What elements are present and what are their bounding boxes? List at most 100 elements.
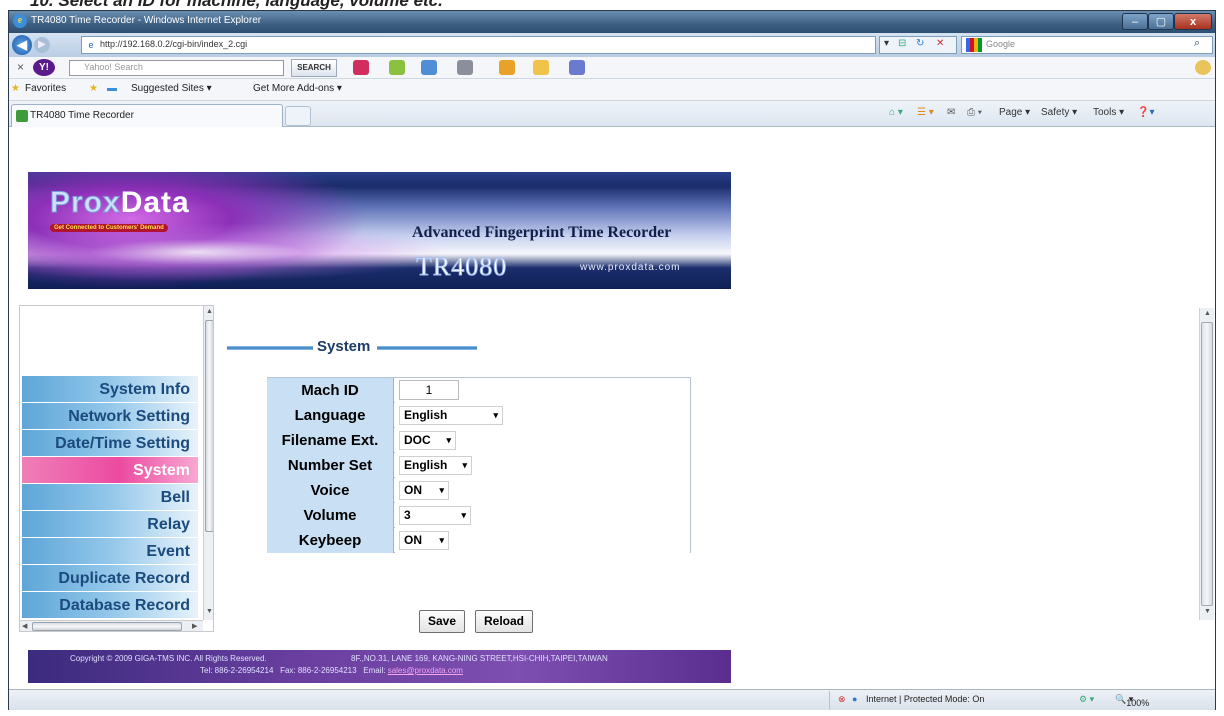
maximize-button[interactable]: ▢ <box>1148 13 1174 30</box>
page-vscroll-thumb[interactable] <box>1201 322 1213 606</box>
scroll-left-icon[interactable]: ◀ <box>22 622 27 630</box>
addons-status-icon[interactable]: ⚙ ▾ <box>1079 694 1094 705</box>
tab-tr4080[interactable]: TR4080 Time Recorder <box>11 104 283 127</box>
title-bar[interactable]: e TR4080 Time Recorder - Windows Interne… <box>9 11 1215 33</box>
yahoo-search-button[interactable]: SEARCH <box>291 59 337 77</box>
sidebar-item-system[interactable]: System <box>22 457 198 484</box>
dropdown-icon[interactable]: ▾ <box>884 38 889 49</box>
voice-cell: ON ▾ <box>395 478 690 503</box>
keybeep-select[interactable]: ON ▾ <box>399 531 449 550</box>
security-zone[interactable]: ⊗ ● Internet | Protected Mode: On <box>829 691 1037 709</box>
page-scroll-down-icon[interactable]: ▼ <box>1204 608 1211 615</box>
number-set-select[interactable]: English ▾ <box>399 456 472 475</box>
page-scroll-up-icon[interactable]: ▲ <box>1204 310 1211 317</box>
filename-ext-label: Filename Ext. <box>267 428 394 453</box>
chevron-down-icon: ▾ <box>462 460 467 470</box>
volume-value: 3 <box>404 508 411 522</box>
language-cell: English ▾ <box>395 403 690 428</box>
save-button[interactable]: Save <box>419 610 465 633</box>
toolbar-weather-icon[interactable] <box>569 60 585 75</box>
footer-copyright: Copyright © 2009 GIGA-TMS INC. All Right… <box>70 654 267 663</box>
volume-cell: 3 ▾ <box>395 503 690 528</box>
page-icon: e <box>88 40 94 50</box>
mail-icon[interactable]: ✉ <box>947 107 955 118</box>
sidebar-item-event[interactable]: Event <box>22 538 198 565</box>
sidebar-item-duplicate-record[interactable]: Duplicate Record <box>22 565 198 592</box>
scroll-right-icon[interactable]: ▶ <box>192 622 197 630</box>
sidebar-item-database-record[interactable]: Database Record <box>22 592 198 619</box>
caption-text: 10. Select an ID for machine, language, … <box>30 0 443 10</box>
row-keybeep: Keybeep ON ▾ <box>267 528 690 553</box>
sidebar-item-system-info[interactable]: System Info <box>22 376 198 403</box>
sidebar-hscroll-thumb[interactable] <box>32 622 182 631</box>
sidebar-vscroll-thumb[interactable] <box>205 320 213 532</box>
reload-button[interactable]: Reload <box>475 610 533 633</box>
heading-line-left <box>227 346 313 350</box>
sidebar-menu: System Info Network Setting Date/Time Se… <box>22 376 198 619</box>
toolbar-games-icon[interactable] <box>499 60 515 75</box>
page-menu[interactable]: Page ▾ <box>999 107 1030 118</box>
feeds-icon[interactable]: ☰ ▾ <box>917 107 934 118</box>
section-title: System <box>317 338 371 355</box>
filename-ext-select[interactable]: DOC ▾ <box>399 431 456 450</box>
protected-mode-icon: ⊗ <box>838 694 846 704</box>
scroll-up-icon[interactable]: ▲ <box>206 308 213 315</box>
sidebar-item-bell[interactable]: Bell <box>22 484 198 511</box>
mach-id-input[interactable]: 1 <box>399 380 459 400</box>
url-input[interactable]: e http://192.168.0.2/cgi-bin/index_2.cgi <box>81 36 876 54</box>
toolbar-bookmark-icon[interactable] <box>353 60 369 75</box>
volume-select[interactable]: 3 ▾ <box>399 506 471 525</box>
suggested-sites-link[interactable]: Suggested Sites ▾ <box>131 83 212 94</box>
mach-id-cell: 1 <box>395 378 690 403</box>
back-button[interactable]: ◀ <box>12 35 32 55</box>
sidebar-horizontal-scrollbar[interactable]: ◀ ▶ <box>20 620 203 631</box>
compatibility-icon[interactable]: ⊟ <box>898 38 906 49</box>
voice-select[interactable]: ON ▾ <box>399 481 449 500</box>
zone-text: Internet | Protected Mode: On <box>866 694 985 704</box>
search-input[interactable]: Google ⌕ <box>961 36 1213 54</box>
sidebar-item-relay[interactable]: Relay <box>22 511 198 538</box>
url-text: http://192.168.0.2/cgi-bin/index_2.cgi <box>100 39 248 49</box>
sidebar-item-datetime-setting[interactable]: Date/Time Setting <box>22 430 198 457</box>
stop-icon[interactable]: ✕ <box>936 38 944 49</box>
toolbar-news-icon[interactable] <box>533 60 549 75</box>
sidebar-item-network-setting[interactable]: Network Setting <box>22 403 198 430</box>
zoom-level: 100% <box>1126 698 1150 708</box>
brand-part2: Data <box>120 186 190 219</box>
zoom-control[interactable]: 🔍 100% ▾ <box>1115 694 1149 708</box>
new-tab-button[interactable] <box>285 106 311 126</box>
yahoo-logo-icon[interactable]: Y! <box>33 59 55 76</box>
forward-button[interactable]: ▶ <box>34 37 50 53</box>
toolbar-settings-icon[interactable] <box>1195 60 1211 75</box>
safety-menu[interactable]: Safety ▾ <box>1041 107 1077 118</box>
scroll-down-icon[interactable]: ▼ <box>206 608 213 615</box>
toolbar-messenger-icon[interactable] <box>457 60 473 75</box>
page-vertical-scrollbar[interactable]: ▲ ▼ <box>1199 308 1214 620</box>
toolbar-mail-icon[interactable] <box>421 60 437 75</box>
toolbar-arrow-icon[interactable] <box>389 60 405 75</box>
favorites-button[interactable]: Favorites <box>25 83 66 94</box>
row-voice: Voice ON ▾ <box>267 478 690 503</box>
yahoo-search-input[interactable]: Yahoo! Search <box>69 60 284 76</box>
footer-email-link[interactable]: sales@proxdata.com <box>388 666 463 675</box>
home-icon[interactable]: ⌂ ▾ <box>889 107 903 118</box>
addons-link[interactable]: Get More Add-ons ▾ <box>253 83 342 94</box>
search-icon[interactable]: ⌕ <box>1194 37 1200 50</box>
sidebar-vertical-scrollbar[interactable]: ▲ ▼ <box>203 306 213 620</box>
number-set-label: Number Set <box>267 453 394 478</box>
print-icon[interactable]: ⎙ ▾ <box>967 107 982 118</box>
rss-icon[interactable]: ▬ <box>107 83 117 94</box>
keybeep-label: Keybeep <box>267 528 394 553</box>
tools-menu[interactable]: Tools ▾ <box>1093 107 1124 118</box>
add-favorite-icon[interactable]: ★ <box>89 83 98 94</box>
minimize-button[interactable]: – <box>1122 13 1148 30</box>
close-toolbar-icon[interactable]: × <box>17 60 24 74</box>
language-select[interactable]: English ▾ <box>399 406 503 425</box>
address-tools: ▾ ⊟ ↻ ✕ <box>879 36 957 54</box>
help-icon[interactable]: ❓▾ <box>1137 107 1154 118</box>
close-button[interactable]: x <box>1174 13 1212 30</box>
status-bar: ⊗ ● Internet | Protected Mode: On ⚙ ▾ 🔍 1… <box>9 689 1215 710</box>
row-language: Language English ▾ <box>267 403 690 428</box>
favorites-star-icon[interactable]: ★ <box>11 83 20 94</box>
refresh-icon[interactable]: ↻ <box>916 38 924 49</box>
